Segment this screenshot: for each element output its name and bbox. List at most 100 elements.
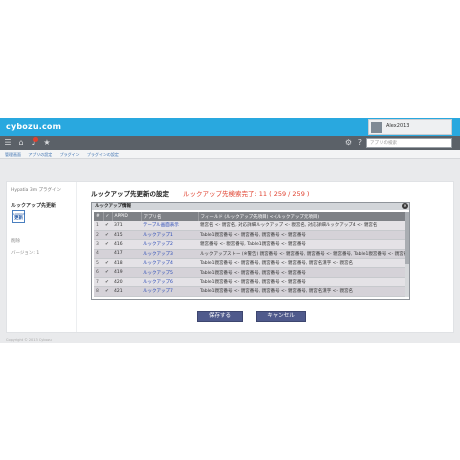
column-header: アプリ名 (141, 212, 199, 221)
row-number: 4 (94, 249, 103, 260)
nav-bar: ☰ ⌂ ♪ ★ ⚙ ? アプリの検索 (0, 136, 460, 150)
table-row[interactable]: 9✔422ルックアップ8Table1親宮番号 <- 親宮番号, 親宮番号 <- … (94, 296, 405, 297)
dialog-title: ルックアップ情報 ✕ (92, 203, 409, 210)
breadcrumb-item[interactable]: プラグイン (60, 152, 80, 157)
table-row[interactable]: 2 ✔ 415 ルックアップ1 Table1親宮番号 <- 親宮番号, 親宮番号 <- … (94, 230, 405, 241)
lookup-table-wrapper: # ✓ APPID アプリ名 フィールド (ルックアップ先項目) <-(ルックア… (94, 212, 405, 297)
help-icon[interactable]: ? (358, 138, 362, 147)
row-appid: 421 (112, 286, 141, 297)
table-row[interactable]: 1 ✔ 371 テーブル画面表示 親宮名 <- 親宮名, 対応詳細ルックアップ <- 親… (94, 221, 405, 231)
row-appid: 416 (112, 239, 141, 250)
row-app-name: ルックアップ3 (141, 249, 198, 260)
star-icon[interactable]: ★ (42, 138, 52, 148)
table-row[interactable]: 6 ✔ 419 ルックアップ5 Table1親宮番号 <- 親宮番号, 親宮番号 <- … (94, 267, 405, 278)
row-fields: 親宮番号 <- 親宮番号, Table1親宮番号 <- 親宮番号 (198, 239, 405, 250)
row-checkbox[interactable]: ✔ (103, 221, 112, 231)
lookup-table: # ✓ APPID アプリ名 フィールド (ルックアップ先項目) <-(ルックア… (94, 212, 405, 297)
row-checkbox[interactable]: ✔ (103, 286, 112, 297)
row-number: 6 (94, 267, 103, 278)
gear-icon[interactable]: ⚙ (345, 138, 352, 147)
row-fields: Table1親宮番号 <- 親宮番号, 親宮番号 <- 親宮番号, 親宮名漢字 … (198, 286, 405, 297)
row-app-name: ルックアップ5 (141, 267, 198, 278)
row-appid: 371 (112, 221, 141, 231)
table-row[interactable]: 4 417 ルックアップ3 ルックアップストー (※警告) 親宮番号 <- 親宮番号,… (94, 249, 405, 260)
user-name: Alex2013 (386, 123, 410, 129)
scrollbar-thumb[interactable] (405, 212, 409, 264)
sidebar-delete-link[interactable]: 削除 (11, 238, 20, 244)
breadcrumb-item[interactable]: 管理画面 (5, 152, 21, 157)
row-number: 9 (94, 296, 103, 297)
column-header: フィールド (ルックアップ先項目) <-(ルックアップ元項目) (198, 212, 405, 221)
row-checkbox[interactable]: ✔ (103, 230, 112, 241)
row-checkbox[interactable]: ✔ (103, 258, 112, 269)
breadcrumb-item[interactable]: プラグインの設定 (87, 152, 119, 157)
row-app-name: ルックアップ1 (141, 230, 198, 241)
table-header-row: # ✓ APPID アプリ名 フィールド (ルックアップ先項目) <-(ルックア… (94, 212, 405, 221)
row-number: 5 (94, 258, 103, 269)
table-scrollbar[interactable] (405, 212, 409, 297)
brand-logo[interactable]: cybozu.com (6, 122, 61, 131)
row-appid: 420 (112, 277, 141, 288)
dialog-title-text: ルックアップ情報 (95, 204, 131, 209)
save-button[interactable]: 保存する (197, 311, 243, 322)
row-checkbox[interactable]: ✔ (103, 239, 112, 250)
table-row[interactable]: 3 ✔ 416 ルックアップ2 親宮番号 <- 親宮番号, Table1親宮番号 <- … (94, 239, 405, 250)
row-app-name: ルックアップ7 (141, 286, 198, 297)
plugin-sidebar: Hypatia 3m プラグイン ルックアップ先更新 LOOKUP 更新 削除 … (7, 182, 77, 332)
screenshot-stage: cybozu.com Alex2013 ☰ ⌂ ♪ ★ ⚙ ? アプリの検索 管… (0, 0, 460, 460)
sidebar-version: バージョン: 1 (11, 251, 40, 256)
row-appid: 422 (112, 296, 141, 297)
row-app-name: ルックアップ6 (141, 277, 198, 288)
notification-badge (33, 137, 38, 142)
breadcrumb: 管理画面 アプリの設定 プラグイン プラグインの設定 (0, 150, 460, 159)
row-fields: 親宮名 <- 親宮名, 対応詳細ルックアップ <- 親宮名, 対応詳細ルックアッ… (198, 221, 405, 231)
row-fields: Table1親宮番号 <- 親宮番号, 親宮番号 <- 親宮番号 (198, 230, 405, 241)
row-number: 8 (94, 286, 103, 297)
row-checkbox[interactable]: ✔ (103, 277, 112, 288)
row-app-name: ルックアップ2 (141, 239, 198, 250)
row-app-name: テーブル画面表示 (141, 221, 198, 231)
row-number: 3 (94, 239, 103, 250)
home-icon[interactable]: ⌂ (16, 138, 26, 148)
row-fields: Table1親宮番号 <- 親宮番号, 親宮番号 <- 親宮番号 (198, 267, 405, 278)
column-header: ✓ (103, 212, 113, 221)
app-window: cybozu.com Alex2013 ☰ ⌂ ♪ ★ ⚙ ? アプリの検索 管… (0, 118, 460, 343)
cancel-button[interactable]: キャンセル (256, 311, 306, 322)
row-appid: 415 (112, 230, 141, 241)
brand-bar: cybozu.com Alex2013 (0, 118, 460, 136)
row-appid: 419 (112, 267, 141, 278)
row-number: 7 (94, 277, 103, 288)
table-row[interactable]: 7 ✔ 420 ルックアップ6 Table1親宮番号 <- 親宮番号, 親宮番号 <- … (94, 277, 405, 288)
page-title: ルックアップ先更新の設定 (91, 190, 169, 198)
row-fields: Table1親宮番号 <- 親宮番号, 親宮番号 <- 親宮番号 (198, 277, 405, 288)
breadcrumb-item[interactable]: アプリの設定 (28, 152, 52, 157)
lookup-status: ルックアップ先検索完了: 11 ( 259 / 259 ) (183, 190, 310, 198)
row-fields: ルックアップストー (※警告) 親宮番号 <- 親宮番号, 親宮番号 <- 親宮… (198, 249, 405, 260)
footer-copyright: Copyright © 2013 Cybozu (6, 338, 52, 342)
row-appid: 417 (112, 249, 141, 260)
table-row[interactable]: 5 ✔ 418 ルックアップ4 Table1親宮番号 <- 親宮番号, 親宮番号 <- … (94, 258, 405, 269)
user-menu[interactable]: Alex2013 (368, 119, 452, 135)
lookup-icon-bottom-text: 更新 (14, 216, 23, 221)
search-input[interactable]: アプリの検索 (366, 138, 452, 148)
table-row[interactable]: 8 ✔ 421 ルックアップ7 Table1親宮番号 <- 親宮番号, 親宮番号 <- … (94, 286, 405, 297)
row-fields: Table1親宮番号 <- 親宮番号, 親宮番号 <- 親宮番号, 親宮名漢字 … (198, 258, 405, 269)
close-icon[interactable]: ✕ (402, 203, 408, 209)
row-app-name: ルックアップ4 (141, 258, 198, 269)
sidebar-plugin-name: ルックアップ先更新 (11, 203, 57, 209)
row-number: 1 (94, 221, 103, 231)
column-header: # (94, 212, 104, 221)
row-appid: 418 (112, 258, 141, 269)
row-checkbox[interactable]: ✔ (103, 267, 112, 278)
row-fields: Table1親宮番号 <- 親宮番号, 親宮番号 <- 親宮番号 (198, 296, 405, 297)
lookup-plugin-icon: LOOKUP 更新 (12, 210, 25, 223)
avatar (371, 122, 382, 133)
row-checkbox[interactable] (103, 249, 112, 260)
row-checkbox[interactable]: ✔ (103, 296, 112, 297)
row-app-name: ルックアップ8 (141, 296, 198, 297)
column-header: APPID (112, 212, 142, 221)
menu-icon[interactable]: ☰ (3, 138, 13, 148)
sidebar-app-label: Hypatia 3m プラグイン (11, 188, 62, 193)
lookup-info-dialog: ルックアップ情報 ✕ # ✓ APPID アプリ名 フィールド (ルックアップ先… (91, 202, 410, 300)
row-number: 2 (94, 230, 103, 241)
